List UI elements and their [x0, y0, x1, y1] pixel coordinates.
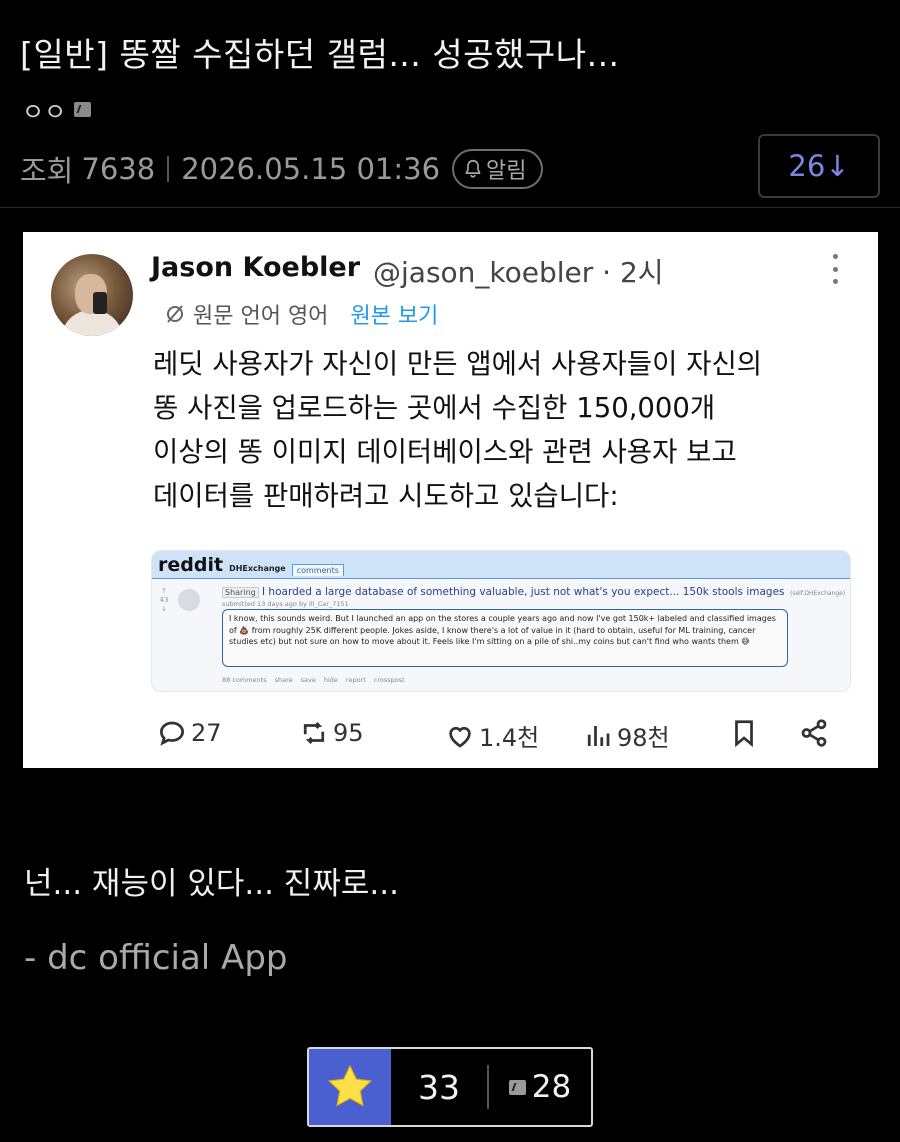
tweet-view-count: 98천: [617, 724, 670, 752]
post-title: [일반] 똥짤 수집하던 갤럼... 성공했구나...: [20, 35, 620, 74]
post-datetime: 2026.05.15 01:36: [181, 152, 441, 186]
reddit-comments-tab: comments: [291, 564, 344, 576]
vote-score: 43: [159, 596, 169, 604]
view-original-link: 원본 보기: [350, 304, 439, 329]
reddit-action: report: [345, 676, 366, 684]
bell-icon: [465, 159, 481, 178]
post-header: [일반] 똥짤 수집하던 갤럼... 성공했구나... ㅇㅇ 조회 7638 2…: [0, 0, 900, 208]
avatar: [51, 254, 133, 336]
reddit-actions: 88 comments share save hide report cross…: [222, 676, 405, 684]
view-count: 7638: [81, 152, 156, 186]
reddit-flair: Sharing: [222, 587, 259, 598]
reddit-action: hide: [323, 676, 338, 684]
alarm-label: 알림: [486, 159, 527, 184]
tweet-actions: 27 95 1.4천 98천: [23, 718, 878, 758]
reddit-embed: reddit DHExchange comments ↑ 43 ↓ Sharin…: [151, 550, 851, 692]
reddit-post-body: I know, this sounds weird. But I launche…: [222, 609, 788, 667]
comment-count-button[interactable]: 26↓: [758, 134, 880, 198]
reddit-submitted: submitted 13 days ago by Ill_Car_7151: [222, 600, 349, 608]
tweet-text-line: 이상의 똥 이미지 데이터베이스와 관련 사용자 보고: [153, 436, 737, 468]
mobile-icon: [508, 1079, 526, 1095]
reddit-action: save: [300, 676, 316, 684]
vote-bar: 33 28: [307, 1047, 593, 1127]
retweet-icon: [303, 722, 325, 744]
reddit-logo: reddit: [158, 554, 224, 576]
like-stat: 1.4천: [445, 718, 539, 753]
alarm-button[interactable]: 알림: [452, 149, 543, 189]
reddit-self-tag: (self.DHExchange): [790, 590, 846, 597]
reddit-action: crosspost: [373, 676, 405, 684]
reddit-action: 88 comments: [222, 676, 267, 684]
tweet-author-name: Jason Koebler: [151, 252, 361, 283]
analytics-icon: [587, 725, 610, 746]
tweet-text-line: 데이터를 판매하려고 시도하고 있습니다:: [153, 480, 619, 512]
mobile-recommend-count: 28: [531, 1069, 572, 1105]
tweet-handle-time: @jason_koebler · 2시: [373, 256, 664, 289]
tweet-text-line: 똥 사진을 업로드하는 곳에서 수집한 150,000개: [153, 392, 716, 424]
recommend-button[interactable]: [309, 1049, 391, 1125]
retweet-stat: 95: [299, 718, 364, 748]
tweet-text: 레딧 사용자가 자신이 만든 앱에서 사용자들이 자신의 똥 사진을 업로드하는…: [153, 342, 853, 518]
avatar-phone: [93, 292, 107, 314]
tweet-screenshot: Jason Koebler @jason_koebler · 2시 원문 언어 …: [23, 232, 878, 768]
views-stat: 98천: [583, 718, 670, 753]
post-body-text: 넌... 재능이 있다... 진짜로...: [24, 866, 399, 902]
downvote-icon: ↓: [161, 605, 167, 613]
bookmark-stat: [729, 718, 759, 748]
post-meta: 조회 7638 2026.05.15 01:36 알림: [20, 148, 543, 190]
bookmark-icon: [735, 720, 753, 748]
tweet-text-line: 레딧 사용자가 자신이 만든 앱에서 사용자들이 자신의: [153, 348, 763, 380]
author[interactable]: ㅇㅇ: [22, 92, 92, 127]
retweet-count: 95: [333, 719, 364, 747]
more-options-icon: [831, 254, 839, 284]
reply-icon: [159, 721, 185, 746]
views-label: 조회: [20, 154, 74, 188]
reddit-votes: ↑ 43 ↓: [156, 587, 172, 614]
reddit-action: share: [274, 676, 293, 684]
translate-icon: [167, 305, 183, 323]
reddit-post-title: I hoarded a large database of something …: [262, 586, 785, 598]
meta-divider: [167, 156, 170, 182]
app-signature: - dc official App: [24, 938, 288, 978]
mobile-recommend-button[interactable]: 28: [489, 1049, 591, 1125]
recommend-count: 33: [418, 1067, 460, 1107]
upvote-icon: ↑: [161, 587, 167, 595]
reply-stat: 27: [157, 718, 222, 748]
reddit-thumbnail: [178, 589, 200, 611]
mobile-user-icon: [74, 102, 92, 117]
translation-row: 원문 언어 영어 원본 보기: [163, 298, 438, 330]
reddit-subreddit: DHExchange: [229, 564, 286, 573]
like-count: 1.4천: [479, 724, 540, 752]
author-nickname[interactable]: ㅇㅇ: [22, 92, 66, 127]
share-icon: [801, 719, 827, 747]
star-icon: [327, 1064, 373, 1107]
heart-icon: [449, 726, 471, 748]
reply-count: 27: [191, 719, 222, 747]
reddit-topbar: reddit DHExchange comments: [152, 551, 850, 579]
translated-label: 원문 언어 영어: [193, 304, 329, 329]
share-stat: [799, 718, 829, 748]
reddit-post: ↑ 43 ↓ Sharing I hoarded a large databas…: [156, 583, 846, 687]
